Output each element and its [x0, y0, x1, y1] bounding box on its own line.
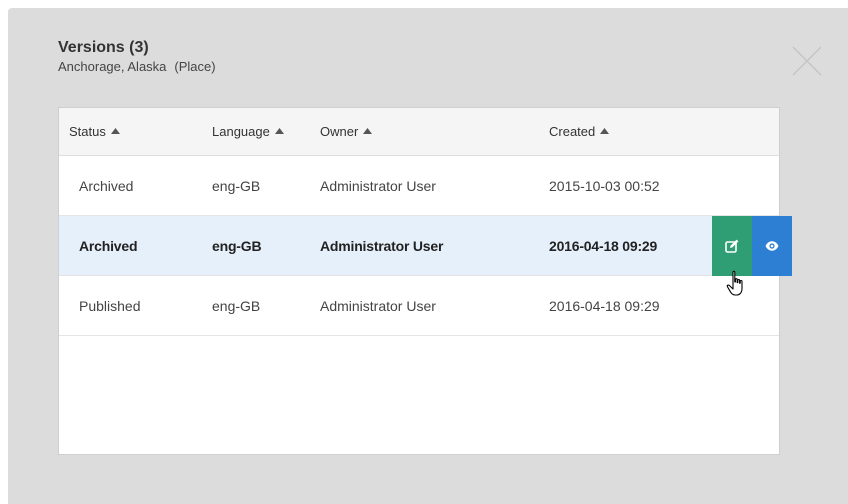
cell-language: eng-GB	[212, 298, 261, 314]
table-row[interactable]: Published eng-GB Administrator User 2016…	[59, 276, 779, 336]
view-button[interactable]	[752, 216, 792, 276]
table-header: Status Language Owner Created	[59, 108, 779, 156]
column-header-status[interactable]: Status	[69, 108, 120, 155]
modal-header: Versions (3) Anchorage, Alaska (Place)	[58, 38, 216, 75]
table-row-selected[interactable]: Archived eng-GB Administrator User 2016-…	[59, 216, 792, 276]
cell-language: eng-GB	[212, 178, 261, 194]
row-actions	[712, 216, 792, 276]
edit-icon	[725, 239, 739, 253]
column-label: Owner	[320, 124, 359, 139]
column-header-created[interactable]: Created	[549, 108, 610, 155]
cell-owner: Administrator User	[320, 298, 436, 314]
caret-up-icon	[274, 128, 284, 134]
eye-icon	[765, 241, 779, 251]
modal-title: Versions (3)	[58, 39, 149, 56]
cell-owner: Administrator User	[320, 178, 436, 194]
column-label: Created	[549, 124, 596, 139]
versions-table: Status Language Owner Created Archived e…	[58, 107, 792, 455]
cell-status: Archived	[79, 178, 134, 194]
close-button[interactable]	[790, 44, 824, 78]
cell-status: Archived	[79, 238, 138, 254]
caret-up-icon	[110, 128, 120, 134]
column-header-language[interactable]: Language	[212, 108, 284, 155]
cell-owner: Administrator User	[320, 238, 444, 254]
content-type: (Place)	[174, 59, 216, 74]
cell-created: 2015-10-03 00:52	[549, 178, 660, 194]
cell-created: 2016-04-18 09:29	[549, 298, 660, 314]
content-name: Anchorage, Alaska	[58, 59, 167, 74]
caret-up-icon	[600, 128, 610, 134]
close-icon	[792, 46, 822, 76]
column-label: Status	[69, 124, 106, 139]
column-label: Language	[212, 124, 270, 139]
edit-button[interactable]	[712, 216, 752, 276]
table-row[interactable]: Archived eng-GB Administrator User 2015-…	[59, 156, 779, 216]
column-header-owner[interactable]: Owner	[320, 108, 373, 155]
cell-status: Published	[79, 298, 141, 314]
modal-subtitle: Anchorage, Alaska (Place)	[58, 59, 216, 75]
cell-created: 2016-04-18 09:29	[549, 238, 658, 254]
caret-up-icon	[363, 128, 373, 134]
cell-language: eng-GB	[212, 238, 262, 254]
